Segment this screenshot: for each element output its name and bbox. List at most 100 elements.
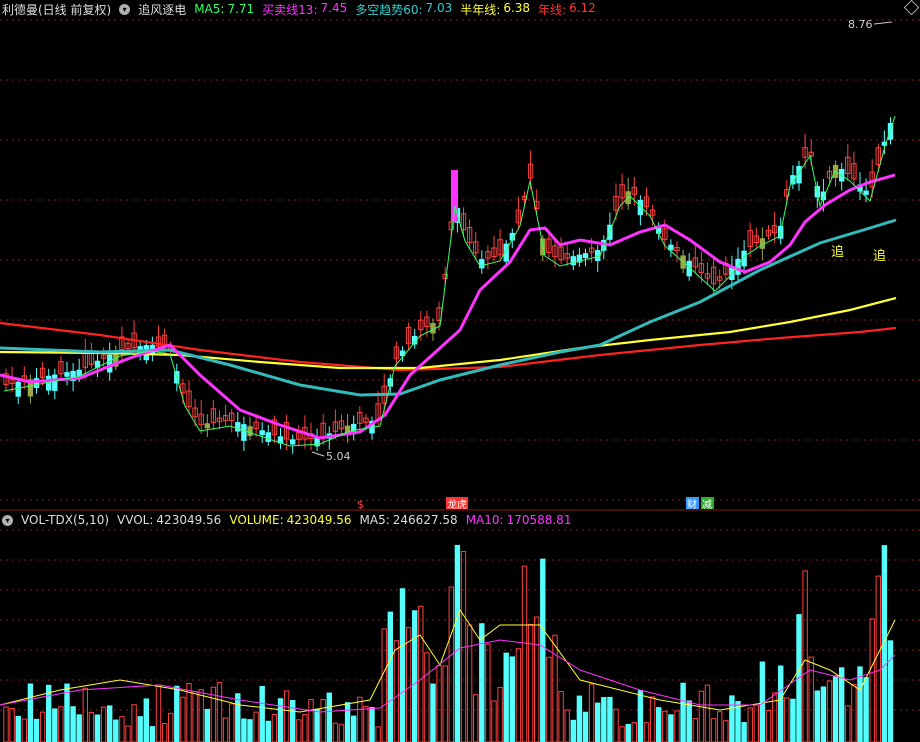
volume-bar: [271, 713, 278, 742]
volume-indicator-name[interactable]: VOL-TDX(5,10): [21, 513, 109, 527]
event-marker: $: [357, 498, 364, 511]
volume-bar: [100, 706, 107, 742]
volume-bar: [405, 627, 412, 742]
volume-bar: [393, 640, 400, 742]
volume-bar: [662, 710, 668, 742]
volume-bar: [515, 648, 522, 742]
volume-bar: [381, 628, 387, 742]
volume-bar: [412, 610, 418, 742]
high-price-label: 8.76: [848, 18, 873, 31]
volume-bar: [473, 694, 479, 742]
volume-bar: [418, 605, 424, 742]
volume-bar: [247, 719, 253, 742]
buy-sell-line: [0, 173, 896, 440]
volume-bar: [704, 684, 711, 742]
volume-bar: [375, 726, 381, 742]
candles: [3, 117, 894, 454]
volume-bar: [729, 695, 735, 742]
volume-bar: [52, 708, 58, 742]
volume-bar: [15, 715, 21, 742]
volume-bar: [674, 710, 680, 742]
volume-bar: [113, 719, 119, 742]
volume-bar: [564, 709, 570, 742]
volume-bar: [570, 719, 576, 742]
volume-bar: [296, 719, 302, 742]
volume-bar: [558, 691, 564, 742]
volume-bar: [265, 720, 272, 742]
volume-bar: [125, 725, 131, 742]
volume-bar: [717, 711, 723, 742]
volume-value: VOLUME: 423049.56: [229, 513, 352, 527]
volume-bar: [369, 707, 375, 742]
volume-bar: [747, 707, 753, 742]
volume-bar: [27, 683, 34, 742]
volume-bar: [180, 696, 186, 742]
volume-bar: [479, 623, 485, 742]
volume-bar: [430, 683, 436, 742]
volume-bar: [351, 715, 357, 742]
volume-bar: [33, 718, 40, 742]
volume-bar: [503, 652, 509, 742]
volume-bar: [3, 706, 9, 742]
volume-bar: [601, 697, 607, 742]
volume-bar: [509, 656, 516, 742]
chevron-down-icon[interactable]: ▾: [2, 514, 13, 526]
candle: [259, 430, 265, 436]
volume-bar: [143, 698, 150, 742]
volume-bar: [39, 711, 46, 742]
volume-bar: [174, 685, 180, 742]
volume-bar: [21, 718, 28, 742]
volume-bar: [741, 722, 747, 742]
indicator-lines: [0, 115, 897, 447]
volume-bar: [698, 690, 705, 742]
volume-bar: [668, 714, 674, 742]
volume-bar: [344, 702, 351, 742]
volume-bar: [9, 708, 15, 742]
ma5-line: [3, 115, 896, 447]
vvol-value: VVOL: 423049.56: [117, 513, 222, 527]
candle: [582, 253, 589, 259]
volume-bar: [253, 711, 259, 742]
volume-bar: [320, 699, 326, 742]
volume-bar: [753, 704, 759, 742]
volume-bar: [851, 683, 857, 742]
volume-bar: [595, 702, 601, 742]
event-marker: 财: [687, 498, 697, 511]
volume-bar: [710, 718, 717, 742]
volume-bar: [527, 623, 534, 742]
volume-bar: [198, 689, 204, 742]
volume-bar: [613, 708, 619, 742]
volume-bar: [832, 675, 839, 742]
volume-bar: [302, 714, 308, 742]
volume-bar: [363, 705, 369, 742]
candlestick-chart[interactable]: 8.76 5.04 追 追 $ 龙虎 财 减: [0, 0, 920, 742]
volume-bar: [887, 640, 894, 742]
candle: [52, 374, 58, 391]
volume-bar: [552, 634, 558, 742]
volume-bar: [424, 652, 430, 742]
volume-ma5-value: MA5: 246627.58: [359, 513, 458, 527]
volume-bar: [88, 711, 95, 742]
volume-bar: [283, 690, 290, 742]
event-marker: 龙虎: [447, 498, 467, 511]
volume-bar: [259, 685, 265, 742]
volume-bar: [466, 624, 473, 742]
event-marker: 减: [702, 499, 712, 511]
volume-bar: [119, 716, 125, 742]
volume-bar: [332, 722, 339, 742]
volume-bar: [277, 698, 284, 742]
volume-bar: [70, 706, 76, 742]
volume-bar: [845, 705, 851, 742]
volume-bar: [436, 665, 442, 742]
volume-bar: [448, 586, 455, 742]
volume-bar: [454, 544, 461, 742]
volume-bar: [216, 681, 223, 742]
volume-bar: [326, 692, 333, 742]
volume-bar: [631, 722, 637, 742]
volume-bar: [442, 665, 448, 742]
volume-ma10-value: MA10: 170588.81: [465, 513, 572, 527]
volume-bar: [619, 726, 625, 742]
volume-bar: [485, 643, 491, 742]
volume-bar: [857, 666, 863, 742]
volume-bar: [107, 705, 113, 742]
